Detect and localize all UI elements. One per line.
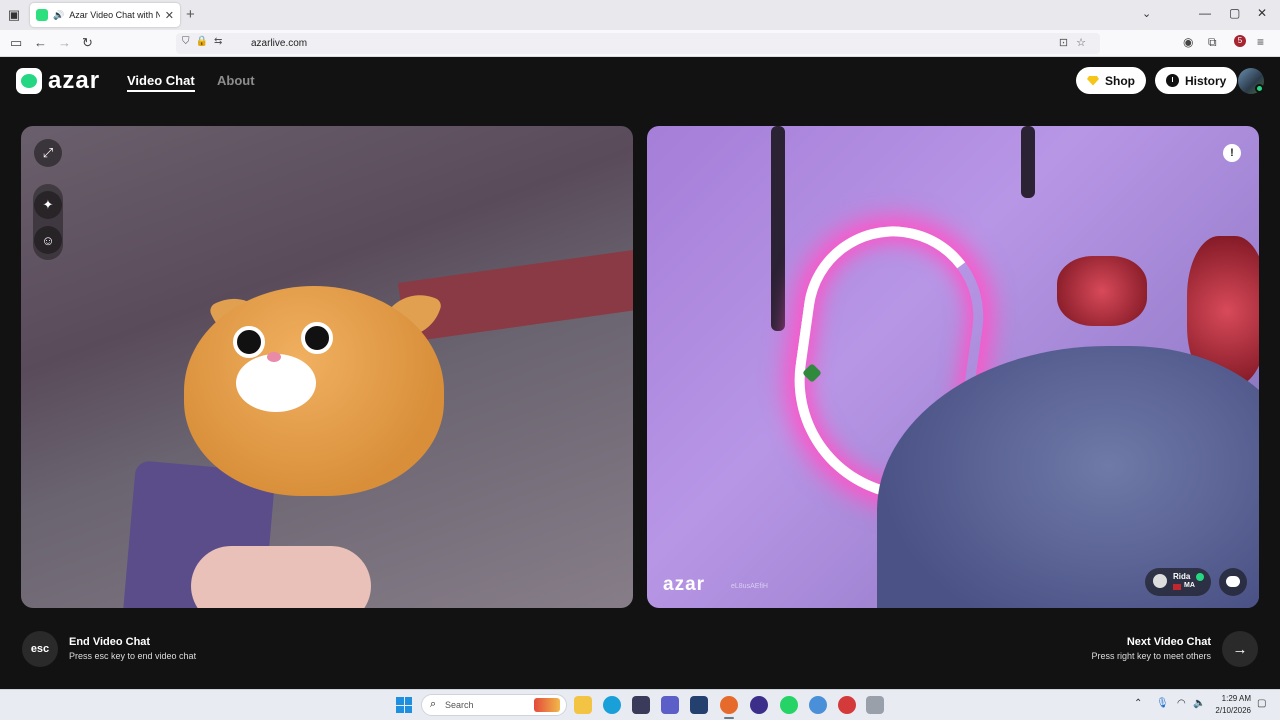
search-placeholder: Search [445, 700, 474, 710]
person-icon [1153, 574, 1167, 588]
volume-icon[interactable]: 🔈 [1193, 698, 1205, 709]
whatsapp-icon[interactable] [780, 696, 798, 714]
gem-icon [1087, 75, 1099, 86]
remote-video: azar eL8usAEfiH ! Rida MA [647, 126, 1259, 608]
red-decoration [1057, 256, 1147, 326]
nav-video-chat[interactable]: Video Chat [127, 73, 195, 92]
next-chat-title: Next Video Chat [1126, 636, 1211, 648]
browser-nav-bar: ▭ ← → ↻ ⛉🔒⇆ azarlive.com ⊡☆ ◉ ⧉ ≡ [0, 30, 1280, 57]
app-icon[interactable] [750, 696, 768, 714]
window-close-icon[interactable]: ✕ [1257, 6, 1267, 20]
smiley-icon[interactable]: ☺ [34, 226, 62, 254]
account-icon[interactable]: ◉ [1183, 35, 1193, 49]
report-icon[interactable]: ! [1223, 144, 1241, 162]
azar-logo-icon [16, 68, 42, 94]
taskbar-date[interactable]: 2/10/2026 [1213, 706, 1251, 715]
new-tab-icon[interactable]: + [186, 6, 195, 23]
search-icon: ⌕ [430, 698, 437, 710]
shop-button[interactable]: Shop [1076, 67, 1146, 94]
chevron-up-icon[interactable]: ⌃ [1134, 698, 1142, 709]
shop-label: Shop [1105, 73, 1135, 88]
app-icon[interactable] [838, 696, 856, 714]
cat-eye-left [233, 326, 265, 358]
magic-wand-icon[interactable]: ✦ [34, 191, 62, 219]
reload-icon[interactable]: ↻ [82, 35, 93, 51]
microphone-icon[interactable]: 🎙 [1156, 698, 1169, 709]
bookmark-icons[interactable]: ⊡☆ [1059, 36, 1094, 49]
self-video [21, 126, 633, 608]
country-flag-icon [1173, 584, 1181, 590]
browser-tab[interactable]: 🔊 Azar Video Chat with New ✕ [30, 3, 180, 27]
speaker-icon[interactable]: 🔊 [53, 10, 64, 21]
notification-icon[interactable]: ▢ [1257, 698, 1266, 709]
active-app-indicator [724, 717, 734, 719]
app-icon[interactable] [690, 696, 708, 714]
expand-icon[interactable]: ⤢ [34, 139, 62, 167]
menu-icon[interactable]: ≡ [1257, 35, 1264, 49]
windows-start-icon[interactable] [396, 697, 412, 713]
azar-logo[interactable]: azar [16, 67, 100, 95]
end-chat-hint: Press esc key to end video chat [69, 651, 197, 661]
minimize-icon[interactable]: — [1199, 6, 1211, 20]
peer-country: MA [1184, 582, 1195, 589]
browser-tab-bar: ▣ 🔊 Azar Video Chat with New ✕ + ⌄ — ▢ ✕ [0, 0, 1280, 30]
arrow-right-icon[interactable]: → [1222, 631, 1258, 667]
logo-text: azar [48, 67, 101, 94]
sidebar-toggle-icon[interactable]: ▭ [10, 35, 22, 51]
hanging-rope [1021, 126, 1035, 198]
site-info-icons[interactable]: ⛉🔒⇆ [182, 36, 228, 47]
edge-icon[interactable] [603, 696, 621, 714]
history-label: History [1185, 73, 1227, 88]
azar-favicon-icon [36, 9, 48, 21]
tab-list-icon[interactable]: ▣ [0, 0, 28, 30]
end-chat-title: End Video Chat [69, 636, 151, 648]
extension-badge[interactable]: 5 [1234, 35, 1246, 47]
next-chat-hint: Press right key to meet others [1091, 651, 1211, 661]
url-text[interactable]: azarlive.com [251, 38, 307, 49]
peer-name: Rida [1173, 572, 1191, 581]
peer-profile-chip[interactable]: Rida MA [1145, 568, 1211, 596]
watermark-id: eL8usAEfiH [731, 583, 768, 590]
close-tab-icon[interactable]: ✕ [165, 9, 174, 22]
taskbar-search[interactable]: ⌕ Search [421, 694, 567, 716]
teams-icon[interactable] [661, 696, 679, 714]
online-status-dot [1255, 84, 1264, 93]
tab-title: Azar Video Chat with New [69, 10, 160, 20]
nav-about[interactable]: About [217, 73, 255, 88]
back-icon[interactable]: ← [34, 35, 47, 50]
wall-detail [397, 249, 633, 343]
store-icon[interactable] [632, 696, 650, 714]
extensions-icon[interactable]: ⧉ [1208, 35, 1217, 50]
forward-icon[interactable]: → [58, 35, 71, 50]
cat-muzzle [236, 354, 316, 412]
address-bar[interactable]: ⛉🔒⇆ azarlive.com ⊡☆ [176, 33, 1100, 54]
hand [191, 546, 371, 608]
chat-bubble-icon[interactable] [1219, 568, 1247, 596]
taskbar: ⌕ Search ⌃ 🎙 ◠ 🔈 1:29 AM 2/10/2026 ▢ [0, 689, 1280, 720]
search-highlight-art [534, 698, 560, 712]
file-explorer-icon[interactable] [574, 696, 592, 714]
hanging-rope [771, 126, 785, 331]
verified-badge-icon [1196, 573, 1204, 581]
cat-eye-right [301, 322, 333, 354]
cat-nose [267, 352, 281, 362]
app-icon[interactable] [809, 696, 827, 714]
maximize-icon[interactable]: ▢ [1229, 6, 1240, 20]
wifi-icon[interactable]: ◠ [1177, 698, 1186, 709]
azar-watermark: azar [663, 574, 706, 595]
firefox-icon[interactable] [720, 696, 738, 714]
app-icon[interactable] [866, 696, 884, 714]
end-chat-button[interactable]: esc [22, 631, 58, 667]
taskbar-time[interactable]: 1:29 AM [1219, 694, 1251, 703]
history-button[interactable]: History [1155, 67, 1238, 94]
clock-icon [1166, 74, 1179, 87]
tab-overflow-chevron-icon[interactable]: ⌄ [1142, 7, 1151, 20]
